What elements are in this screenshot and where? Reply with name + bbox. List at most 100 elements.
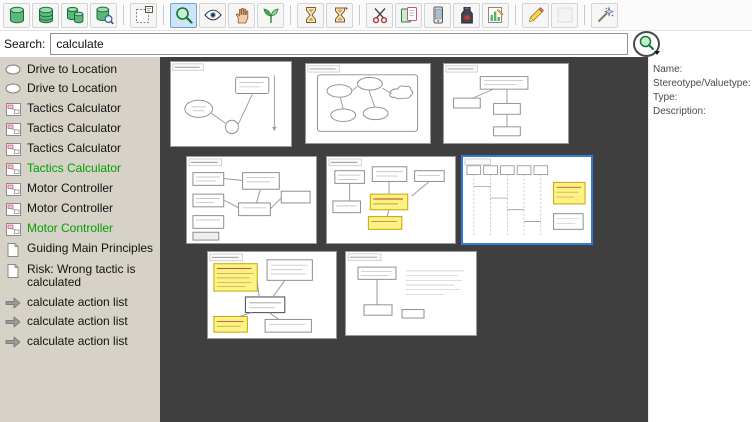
search-bar: Search: bbox=[0, 31, 752, 57]
block-icon bbox=[4, 203, 22, 216]
pencil-icon bbox=[526, 5, 546, 25]
report-chart-icon bbox=[486, 5, 506, 25]
description-field-label: Description: bbox=[653, 105, 750, 118]
result-item-3[interactable]: Tactics Calculator bbox=[0, 99, 160, 119]
diagram-thumbnail-7[interactable] bbox=[207, 251, 337, 339]
eye-icon bbox=[203, 5, 223, 25]
hourglass-refresh-button[interactable] bbox=[326, 3, 353, 28]
diagram-thumbnail-1[interactable] bbox=[170, 61, 292, 147]
scissors-icon bbox=[370, 5, 390, 25]
result-label: Risk: Wrong tactic is calculated bbox=[27, 263, 158, 290]
stereotype-field-label: Stereotype/Valuetype: bbox=[653, 77, 750, 90]
model-search-icon bbox=[94, 5, 114, 25]
result-item-10[interactable]: Guiding Main Principles bbox=[0, 239, 160, 260]
result-label: Guiding Main Principles bbox=[27, 242, 158, 255]
name-field-label: Name: bbox=[653, 63, 750, 76]
result-item-12[interactable]: calculate action list bbox=[0, 293, 160, 312]
result-label: Motor Controller bbox=[27, 202, 158, 215]
toolbar-separator bbox=[290, 5, 291, 25]
result-label: Tactics Calculator bbox=[27, 162, 158, 175]
arrow-icon bbox=[4, 316, 22, 328]
diagram-thumbnail-6[interactable] bbox=[461, 155, 593, 245]
search-input[interactable] bbox=[50, 33, 628, 55]
arrow-icon bbox=[4, 297, 22, 309]
result-label: Tactics Calculator bbox=[27, 122, 158, 135]
type-field-label: Type: bbox=[653, 91, 750, 104]
search-mode-icon bbox=[174, 5, 194, 25]
new-diagram-button[interactable] bbox=[130, 3, 157, 28]
main-content: Drive to Location Drive to Location Tactic… bbox=[0, 57, 752, 422]
scissors-button[interactable] bbox=[366, 3, 393, 28]
result-label: Motor Controller bbox=[27, 182, 158, 195]
diagram-thumbnail-2[interactable] bbox=[305, 63, 431, 144]
result-item-1[interactable]: Drive to Location bbox=[0, 60, 160, 79]
phone-button[interactable] bbox=[424, 3, 451, 28]
toolbar-separator bbox=[359, 5, 360, 25]
result-label: calculate action list bbox=[27, 335, 158, 348]
usecase-icon bbox=[4, 83, 22, 94]
result-item-11[interactable]: Risk: Wrong tactic is calculated bbox=[0, 260, 160, 293]
toolbar bbox=[0, 0, 752, 31]
plant-button[interactable] bbox=[257, 3, 284, 28]
empty-slot-button[interactable] bbox=[551, 3, 578, 28]
copy-button[interactable] bbox=[395, 3, 422, 28]
plant-icon bbox=[261, 5, 281, 25]
hourglass-button[interactable] bbox=[297, 3, 324, 28]
result-item-14[interactable]: calculate action list bbox=[0, 332, 160, 351]
result-label: calculate action list bbox=[27, 315, 158, 328]
toolbar-separator bbox=[584, 5, 585, 25]
document-icon bbox=[4, 243, 22, 257]
block-icon bbox=[4, 103, 22, 116]
model-table-button[interactable] bbox=[32, 3, 59, 28]
diagram-thumbnail-4[interactable] bbox=[186, 156, 317, 244]
result-label: calculate action list bbox=[27, 296, 158, 309]
result-item-4[interactable]: Tactics Calculator bbox=[0, 119, 160, 139]
copy-icon bbox=[399, 5, 419, 25]
result-item-13[interactable]: calculate action list bbox=[0, 312, 160, 331]
search-mode-button[interactable] bbox=[170, 3, 197, 28]
search-label: Search: bbox=[4, 37, 45, 51]
diagram-thumbnail-3[interactable] bbox=[443, 63, 569, 144]
block-icon bbox=[4, 143, 22, 156]
block-icon bbox=[4, 123, 22, 136]
wand-button[interactable] bbox=[591, 3, 618, 28]
diagram-canvas[interactable] bbox=[160, 57, 648, 422]
result-item-8[interactable]: Motor Controller bbox=[0, 199, 160, 219]
result-item-6[interactable]: Tactics Calculator bbox=[0, 159, 160, 179]
new-diagram-icon bbox=[134, 5, 154, 25]
model-stack-icon bbox=[65, 5, 85, 25]
eye-button[interactable] bbox=[199, 3, 226, 28]
phone-icon bbox=[428, 5, 448, 25]
pencil-button[interactable] bbox=[522, 3, 549, 28]
result-item-7[interactable]: Motor Controller bbox=[0, 179, 160, 199]
report-chart-button[interactable] bbox=[482, 3, 509, 28]
hand-button[interactable] bbox=[228, 3, 255, 28]
result-label: Tactics Calculator bbox=[27, 102, 158, 115]
block-icon bbox=[4, 163, 22, 176]
hourglass-refresh-icon bbox=[330, 5, 350, 25]
toolbar-separator bbox=[515, 5, 516, 25]
ink-bottle-button[interactable] bbox=[453, 3, 480, 28]
ink-bottle-icon bbox=[457, 5, 477, 25]
model-stack-button[interactable] bbox=[61, 3, 88, 28]
properties-panel: Name: Stereotype/Valuetype: Type: Descri… bbox=[648, 57, 752, 422]
diagram-thumbnail-8[interactable] bbox=[345, 251, 477, 336]
model-table-icon bbox=[36, 5, 56, 25]
quick-search-window: Search: Drive to LocationDrive to Locati… bbox=[0, 0, 752, 422]
search-scope-button[interactable] bbox=[633, 31, 660, 57]
model-store-button[interactable] bbox=[3, 3, 30, 28]
usecase-icon bbox=[4, 64, 22, 75]
result-item-9[interactable]: Motor Controller bbox=[0, 219, 160, 239]
arrow-icon bbox=[4, 336, 22, 348]
result-label: Tactics Calculator bbox=[27, 142, 158, 155]
magnifier-icon bbox=[638, 34, 656, 55]
diagram-thumbnail-5[interactable] bbox=[326, 156, 456, 244]
result-item-5[interactable]: Tactics Calculator bbox=[0, 139, 160, 159]
block-icon bbox=[4, 223, 22, 236]
result-label: Drive to Location bbox=[27, 63, 158, 76]
model-search-button[interactable] bbox=[90, 3, 117, 28]
result-item-2[interactable]: Drive to Location bbox=[0, 79, 160, 98]
dropdown-caret-icon bbox=[654, 51, 660, 55]
toolbar-separator bbox=[163, 5, 164, 25]
block-icon bbox=[4, 183, 22, 196]
